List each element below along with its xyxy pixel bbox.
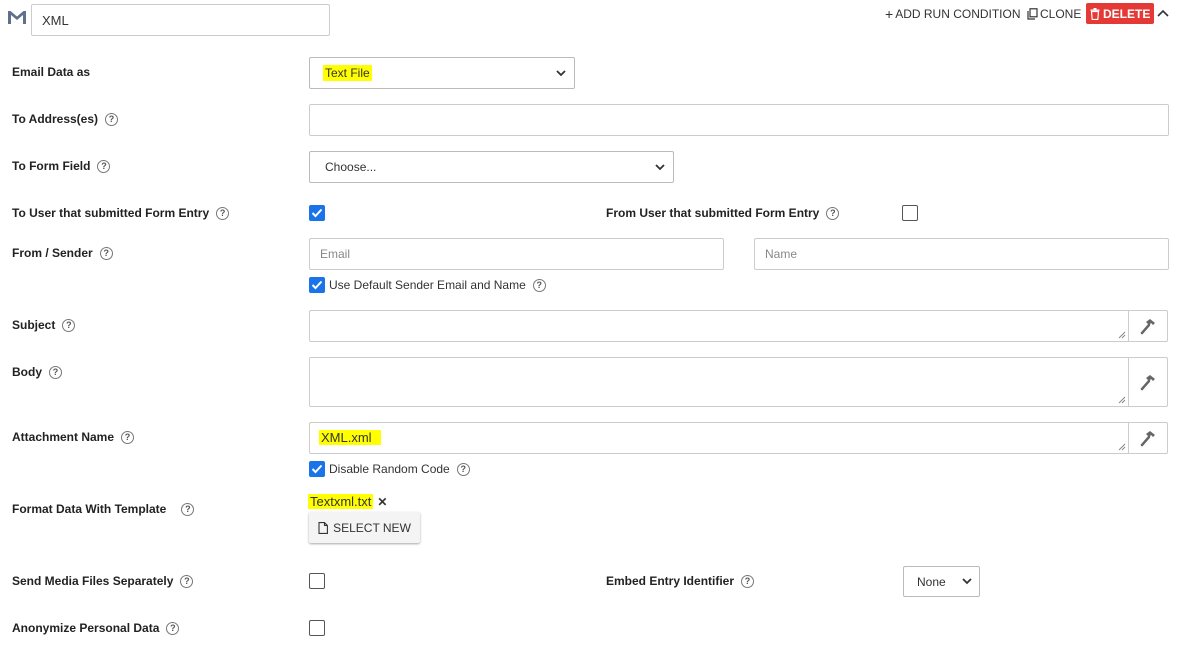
to-form-field-select[interactable]: Choose... [309, 151, 674, 183]
resize-handle-icon[interactable] [1118, 396, 1126, 404]
attachment-name-input[interactable]: XML.xml [309, 422, 1129, 454]
resize-handle-icon[interactable] [1118, 331, 1126, 339]
notification-name-input[interactable]: XML [31, 4, 330, 36]
to-addresses-label: To Address(es) ? [12, 112, 119, 126]
clone-label: CLONE [1040, 7, 1082, 21]
body-input[interactable] [309, 357, 1129, 407]
embed-identifier-select[interactable]: None [903, 566, 980, 597]
embed-identifier-label: Embed Entry Identifier ? [606, 574, 755, 588]
subject-merge-tags-button[interactable] [1129, 310, 1168, 342]
from-email-input[interactable]: Email [309, 238, 724, 270]
select-new-label: SELECT NEW [333, 520, 411, 535]
disable-random-code-checkbox[interactable] [309, 461, 325, 477]
disable-random-code-option: Disable Random Code ? [309, 461, 470, 477]
from-sender-label: From / Sender ? [12, 246, 113, 260]
help-icon[interactable]: ? [180, 574, 194, 588]
help-icon[interactable]: ? [99, 246, 113, 260]
anonymize-text: Anonymize Personal Data [12, 621, 160, 635]
select-new-template-button[interactable]: SELECT NEW [309, 512, 420, 543]
to-user-checkbox[interactable] [309, 205, 325, 221]
clone-button[interactable]: CLONE [1027, 5, 1081, 23]
email-data-as-select[interactable]: Text File [309, 57, 575, 89]
embed-identifier-text: Embed Entry Identifier [606, 574, 735, 588]
body-text: Body [12, 365, 42, 379]
delete-label: DELETE [1103, 6, 1151, 21]
to-user-text: To User that submitted Form Entry [12, 206, 210, 220]
attachment-name-label: Attachment Name ? [12, 430, 135, 444]
template-file: Textxml.txt ✕ [308, 494, 387, 509]
help-icon[interactable]: ? [826, 206, 840, 220]
chevron-down-icon [655, 163, 665, 170]
to-user-label: To User that submitted Form Entry ? [12, 206, 230, 220]
use-default-sender-option: Use Default Sender Email and Name ? [309, 277, 546, 293]
resize-handle-icon[interactable] [1118, 443, 1126, 451]
to-form-field-label: To Form Field ? [12, 159, 111, 173]
help-icon[interactable]: ? [456, 462, 470, 476]
send-media-label: Send Media Files Separately ? [12, 574, 194, 588]
subject-label: Subject ? [12, 318, 76, 332]
hammer-icon [1140, 375, 1155, 391]
from-email-placeholder: Email [320, 247, 351, 261]
help-icon[interactable]: ? [216, 206, 230, 220]
email-data-as-text: Email Data as [12, 65, 91, 79]
chevron-up-icon[interactable] [1156, 7, 1170, 19]
gmail-icon [8, 11, 26, 24]
file-icon [318, 521, 329, 534]
from-user-text: From User that submitted Form Entry [606, 206, 820, 220]
plus-icon: + [885, 6, 894, 22]
checkmark-icon [311, 280, 323, 290]
email-data-as-label: Email Data as [12, 65, 90, 79]
send-media-text: Send Media Files Separately [12, 574, 174, 588]
help-icon[interactable]: ? [181, 502, 195, 516]
use-default-sender-label: Use Default Sender Email and Name [329, 278, 526, 292]
send-media-checkbox[interactable] [309, 573, 325, 589]
help-icon[interactable]: ? [741, 574, 755, 588]
attachment-name-value: XML.xml [319, 430, 381, 445]
trash-icon [1090, 7, 1100, 20]
body-label: Body ? [12, 365, 62, 379]
to-form-field-value: Choose... [325, 160, 377, 174]
format-template-text: Format Data With Template [12, 502, 167, 516]
help-icon[interactable]: ? [49, 365, 62, 379]
attachment-merge-tags-button[interactable] [1129, 422, 1168, 454]
help-icon[interactable]: ? [62, 318, 76, 332]
disable-random-code-label: Disable Random Code [329, 462, 450, 476]
add-run-condition-button[interactable]: + ADD RUN CONDITION [885, 5, 1021, 23]
from-name-placeholder: Name [765, 247, 798, 261]
add-run-condition-label: ADD RUN CONDITION [895, 7, 1021, 21]
chevron-down-icon [962, 578, 972, 585]
from-user-checkbox[interactable] [902, 205, 918, 221]
hammer-icon [1140, 431, 1155, 447]
body-merge-tags-button[interactable] [1129, 357, 1168, 407]
from-name-input[interactable]: Name [754, 238, 1169, 270]
help-icon[interactable]: ? [105, 112, 119, 126]
attachment-name-text: Attachment Name [12, 430, 115, 444]
anonymize-label: Anonymize Personal Data ? [12, 621, 180, 635]
delete-button[interactable]: DELETE [1086, 3, 1155, 24]
from-sender-text: From / Sender [12, 246, 93, 260]
help-icon[interactable]: ? [166, 621, 180, 635]
copy-icon [1027, 8, 1038, 20]
help-icon[interactable]: ? [532, 278, 546, 292]
help-icon[interactable]: ? [97, 159, 111, 173]
remove-template-icon[interactable]: ✕ [377, 495, 387, 509]
embed-identifier-value: None [917, 574, 946, 589]
to-addresses-text: To Address(es) [12, 112, 99, 126]
anonymize-checkbox[interactable] [309, 620, 325, 636]
subject-text: Subject [12, 318, 56, 332]
to-form-field-text: To Form Field [12, 159, 91, 173]
help-icon[interactable]: ? [121, 430, 135, 444]
template-file-name[interactable]: Textxml.txt [308, 494, 374, 509]
to-addresses-input[interactable] [309, 104, 1169, 136]
notification-name-value: XML [42, 12, 69, 28]
format-template-label: Format Data With Template ? [12, 502, 195, 516]
email-data-as-value: Text File [323, 65, 372, 81]
hammer-icon [1140, 319, 1155, 335]
use-default-sender-checkbox[interactable] [309, 277, 325, 293]
checkmark-icon [311, 208, 323, 218]
subject-input[interactable] [309, 310, 1129, 342]
checkmark-icon [311, 464, 323, 474]
chevron-down-icon [556, 69, 566, 76]
from-user-label: From User that submitted Form Entry ? [606, 206, 840, 220]
